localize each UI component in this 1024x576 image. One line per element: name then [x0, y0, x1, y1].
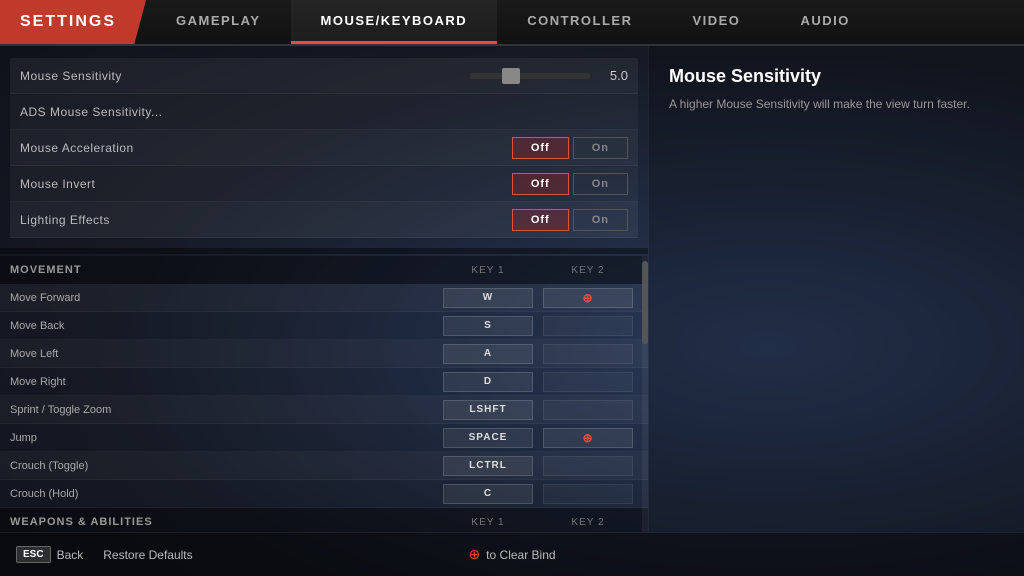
sprint-label: Sprint / Toggle Zoom	[10, 404, 438, 416]
lighting-effects-controls: Off On	[512, 209, 628, 231]
mouse-settings-group: Mouse Sensitivity 5.0 ADS Mouse Sensitiv…	[0, 58, 648, 238]
weapons-key1-header: KEY 1	[438, 517, 538, 528]
mouse-sensitivity-value: 5.0	[598, 68, 628, 83]
keybind-move-back: Move Back S	[0, 312, 648, 340]
keybind-move-forward: Move Forward W ⊕	[0, 284, 648, 312]
move-forward-key1[interactable]: W	[443, 288, 533, 308]
back-label: Back	[57, 548, 84, 562]
mouse-invert-row: Mouse Invert Off On	[10, 166, 638, 202]
keybind-section: MOVEMENT KEY 1 KEY 2 Move Forward W ⊕ Mo…	[0, 256, 648, 532]
mouse-invert-controls: Off On	[512, 173, 628, 195]
movement-header: MOVEMENT KEY 1 KEY 2	[0, 256, 648, 284]
section-divider	[0, 248, 648, 254]
clear-bind-text: to Clear Bind	[486, 548, 555, 562]
movement-key1-header: KEY 1	[438, 265, 538, 276]
move-right-label: Move Right	[10, 376, 438, 388]
tab-gameplay[interactable]: GAMEPLAY	[146, 0, 290, 44]
ads-sensitivity-label: ADS Mouse Sensitivity...	[20, 105, 628, 119]
crouch-toggle-key1[interactable]: LCTRL	[443, 456, 533, 476]
move-left-label: Move Left	[10, 348, 438, 360]
tab-audio[interactable]: AUDIO	[770, 0, 879, 44]
mouse-invert-off-btn[interactable]: Off	[512, 173, 569, 195]
info-title: Mouse Sensitivity	[669, 66, 1004, 87]
weapons-key2-header: KEY 2	[538, 517, 638, 528]
mouse-sensitivity-thumb[interactable]	[502, 68, 520, 84]
move-left-key2[interactable]	[543, 344, 633, 364]
mouse-acceleration-on-btn[interactable]: On	[573, 137, 628, 159]
scrollbar[interactable]	[642, 256, 648, 532]
tab-mouse-keyboard[interactable]: MOUSE/KEYBOARD	[291, 0, 498, 44]
weapons-section-label: WEAPONS & ABILITIES	[10, 516, 438, 528]
keybind-crouch-hold: Crouch (Hold) C	[0, 480, 648, 508]
mouse-invert-label: Mouse Invert	[20, 177, 512, 191]
lighting-effects-off-btn[interactable]: Off	[512, 209, 569, 231]
mouse-acceleration-label: Mouse Acceleration	[20, 141, 512, 155]
move-forward-label: Move Forward	[10, 292, 438, 304]
mouse-invert-on-btn[interactable]: On	[573, 173, 628, 195]
lighting-effects-on-btn[interactable]: On	[573, 209, 628, 231]
move-left-key1[interactable]: A	[443, 344, 533, 364]
mouse-sensitivity-label: Mouse Sensitivity	[20, 69, 470, 83]
jump-key1[interactable]: SPACE	[443, 428, 533, 448]
main-content: Mouse Sensitivity 5.0 ADS Mouse Sensitiv…	[0, 46, 1024, 532]
movement-section-label: MOVEMENT	[10, 264, 438, 276]
restore-defaults-button[interactable]: Restore Defaults	[103, 548, 192, 562]
keybind-crouch-toggle: Crouch (Toggle) LCTRL	[0, 452, 648, 480]
info-description: A higher Mouse Sensitivity will make the…	[669, 95, 1004, 113]
settings-title: SETTINGS	[0, 0, 146, 44]
keybind-sprint: Sprint / Toggle Zoom LSHFT	[0, 396, 648, 424]
move-right-key1[interactable]: D	[443, 372, 533, 392]
crouch-toggle-key2[interactable]	[543, 456, 633, 476]
keybind-jump: Jump SPACE ⊕	[0, 424, 648, 452]
move-forward-key2[interactable]: ⊕	[543, 288, 633, 308]
keybind-move-left: Move Left A	[0, 340, 648, 368]
settings-panel: Mouse Sensitivity 5.0 ADS Mouse Sensitiv…	[0, 46, 648, 532]
top-navigation-bar: SETTINGS GAMEPLAY MOUSE/KEYBOARD CONTROL…	[0, 0, 1024, 46]
move-back-label: Move Back	[10, 320, 438, 332]
keybind-move-right: Move Right D	[0, 368, 648, 396]
bottom-bar: ESC Back Restore Defaults ⊕ to Clear Bin…	[0, 532, 1024, 576]
mouse-sensitivity-track[interactable]	[470, 73, 590, 79]
esc-key-badge: ESC	[16, 546, 51, 563]
mouse-acceleration-controls: Off On	[512, 137, 628, 159]
move-back-key2[interactable]	[543, 316, 633, 336]
move-right-key2[interactable]	[543, 372, 633, 392]
sprint-key1[interactable]: LSHFT	[443, 400, 533, 420]
back-button[interactable]: ESC Back	[16, 546, 83, 563]
weapons-header: WEAPONS & ABILITIES KEY 1 KEY 2	[0, 508, 648, 532]
lighting-effects-row: Lighting Effects Off On	[10, 202, 638, 238]
move-back-key1[interactable]: S	[443, 316, 533, 336]
tab-controller[interactable]: CONTROLLER	[497, 0, 662, 44]
mouse-sensitivity-slider-container: 5.0	[470, 68, 628, 83]
restore-defaults-label: Restore Defaults	[103, 548, 192, 562]
lighting-effects-label: Lighting Effects	[20, 213, 512, 227]
crouch-hold-key1[interactable]: C	[443, 484, 533, 504]
ads-sensitivity-row[interactable]: ADS Mouse Sensitivity...	[10, 94, 638, 130]
bottom-left-controls: ESC Back Restore Defaults	[16, 546, 193, 563]
scroll-thumb[interactable]	[642, 261, 648, 344]
jump-key2[interactable]: ⊕	[543, 428, 633, 448]
clear-bind-icon: ⊕	[468, 546, 480, 563]
clear-bind-hint: ⊕ to Clear Bind	[468, 546, 555, 563]
mouse-acceleration-off-btn[interactable]: Off	[512, 137, 569, 159]
sprint-key2[interactable]	[543, 400, 633, 420]
crouch-hold-label: Crouch (Hold)	[10, 488, 438, 500]
gamepad-icon-forward: ⊕	[582, 291, 593, 305]
mouse-sensitivity-row: Mouse Sensitivity 5.0	[10, 58, 638, 94]
info-panel: Mouse Sensitivity A higher Mouse Sensiti…	[648, 46, 1024, 532]
gamepad-icon-jump: ⊕	[582, 431, 593, 445]
jump-label: Jump	[10, 432, 438, 444]
tab-video[interactable]: VIDEO	[662, 0, 770, 44]
nav-tabs: GAMEPLAY MOUSE/KEYBOARD CONTROLLER VIDEO…	[146, 0, 1024, 44]
mouse-acceleration-row: Mouse Acceleration Off On	[10, 130, 638, 166]
crouch-hold-key2[interactable]	[543, 484, 633, 504]
crouch-toggle-label: Crouch (Toggle)	[10, 460, 438, 472]
mouse-sensitivity-controls: 5.0	[470, 68, 628, 83]
movement-key2-header: KEY 2	[538, 265, 638, 276]
